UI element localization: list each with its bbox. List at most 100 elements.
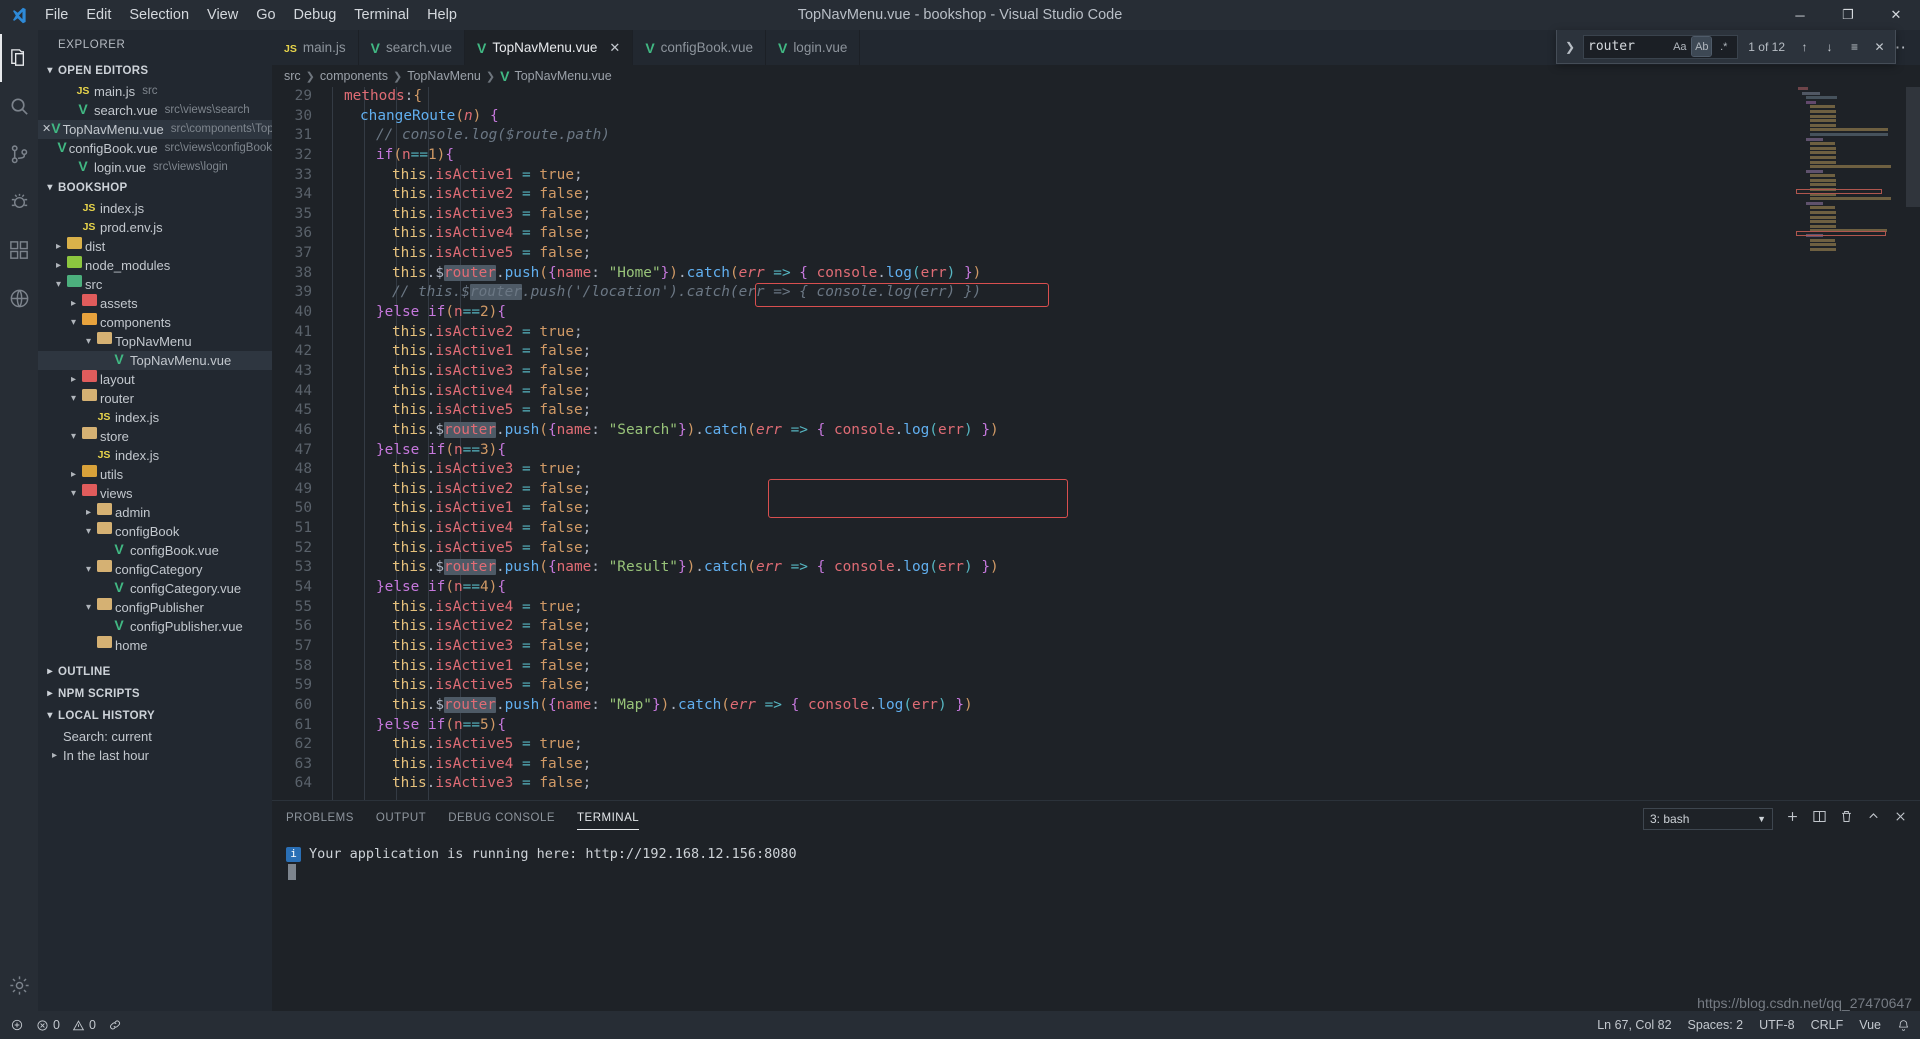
find-next-icon[interactable]: ↓ (1820, 37, 1839, 56)
close-panel-icon[interactable] (1893, 809, 1908, 829)
notifications-bell-icon[interactable] (1897, 1019, 1910, 1032)
editor-tab[interactable]: VconfigBook.vue (633, 30, 766, 65)
code-line[interactable]: this.isActive3 = true; (328, 460, 1920, 480)
code-line[interactable]: this.isActive3 = false; (328, 205, 1920, 225)
chevron-down-icon[interactable]: ▾ (82, 560, 95, 579)
settings-gear-icon[interactable] (0, 961, 38, 1009)
chevron-right-icon[interactable]: ▸ (67, 294, 80, 313)
indentation[interactable]: Spaces: 2 (1688, 1018, 1744, 1032)
close-window-button[interactable]: ✕ (1872, 0, 1920, 30)
code-line[interactable]: this.isActive1 = false; (328, 657, 1920, 677)
tab-output[interactable]: OUTPUT (376, 801, 426, 836)
chevron-down-icon[interactable]: ▾ (67, 313, 80, 332)
code-line[interactable]: }else if(n==5){ (328, 716, 1920, 736)
code-line[interactable]: this.isActive3 = false; (328, 637, 1920, 657)
menu-file[interactable]: File (36, 0, 77, 30)
code-line[interactable]: this.isActive1 = false; (328, 342, 1920, 362)
menu-view[interactable]: View (198, 0, 247, 30)
match-case-option[interactable]: Aa (1670, 37, 1689, 56)
kill-terminal-icon[interactable] (1839, 809, 1854, 829)
code-line[interactable]: this.isActive2 = false; (328, 185, 1920, 205)
section-outline[interactable]: ▸ OUTLINE (38, 661, 272, 683)
tab-problems[interactable]: PROBLEMS (286, 801, 354, 836)
tree-folder-item[interactable]: ▾ configBook (38, 522, 272, 541)
code-line[interactable]: this.$router.push({name: "Result"}).catc… (328, 558, 1920, 578)
tree-folder-item[interactable]: ▸ assets (38, 294, 272, 313)
chevron-down-icon[interactable]: ▾ (67, 389, 80, 408)
code-line[interactable]: this.$router.push({name: "Map"}).catch(e… (328, 696, 1920, 716)
editor-scrollbar[interactable] (1906, 87, 1920, 800)
code-editor[interactable]: 29 30 31 32 33 34 35 36 37 38 39 40 41 42 43 44 45 46 47 48… (272, 87, 1920, 800)
section-bookshop[interactable]: ▾ BOOKSHOP (38, 177, 272, 199)
encoding[interactable]: UTF-8 (1759, 1018, 1794, 1032)
end-of-line[interactable]: CRLF (1811, 1018, 1844, 1032)
code-line[interactable]: this.isActive5 = false; (328, 539, 1920, 559)
find-input[interactable]: router Aa Ab .* (1583, 34, 1739, 59)
open-editor-item[interactable]: Vsearch.vue src\views\search (38, 101, 272, 120)
language-mode[interactable]: Vue (1859, 1018, 1881, 1032)
tree-folder-item[interactable]: ▸ dist (38, 237, 272, 256)
scrollbar-thumb[interactable] (1906, 87, 1920, 207)
breadcrumb-src[interactable]: src (284, 69, 301, 83)
code-line[interactable]: this.isActive1 = true; (328, 166, 1920, 186)
chevron-right-icon[interactable]: ▸ (67, 465, 80, 484)
tree-file-item[interactable]: JS index.js (38, 199, 272, 218)
chevron-down-icon[interactable]: ▾ (82, 332, 95, 351)
remote-explorer-icon[interactable] (0, 274, 38, 322)
menu-edit[interactable]: Edit (77, 0, 120, 30)
remote-status-icon[interactable] (10, 1018, 24, 1032)
maximize-panel-icon[interactable] (1866, 809, 1881, 829)
code-line[interactable]: this.isActive4 = false; (328, 519, 1920, 539)
code-line[interactable]: this.isActive5 = false; (328, 676, 1920, 696)
tab-debug-console[interactable]: DEBUG CONSOLE (448, 801, 555, 836)
tree-folder-item[interactable]: ▾ configPublisher (38, 598, 272, 617)
code-line[interactable]: this.isActive4 = true; (328, 598, 1920, 618)
open-editor-item[interactable]: ✕ V TopNavMenu.vue src\components\Top... (38, 120, 272, 139)
section-open-editors[interactable]: ▾ OPEN EDITORS (38, 60, 272, 82)
code-line[interactable]: changeRoute(n) { (328, 107, 1920, 127)
editor-tab[interactable]: Vsearch.vue (358, 30, 465, 65)
terminal-body[interactable]: i Your application is running here: http… (272, 836, 1920, 880)
breadcrumb-topnavmenu[interactable]: TopNavMenu (407, 69, 481, 83)
error-count[interactable]: 0 (36, 1018, 60, 1032)
tree-folder-item[interactable]: ▾ src (38, 275, 272, 294)
tree-folder-item[interactable]: ▸ layout (38, 370, 272, 389)
tree-file-item[interactable]: JS prod.env.js (38, 218, 272, 237)
menu-go[interactable]: Go (247, 0, 284, 30)
chevron-right-icon[interactable]: ▸ (67, 370, 80, 389)
tree-file-item[interactable]: JS index.js (38, 408, 272, 427)
chevron-right-icon[interactable]: ▸ (82, 503, 95, 522)
menu-help[interactable]: Help (418, 0, 466, 30)
code-line[interactable]: // this.$router.push('/location').catch(… (328, 283, 1920, 303)
minimap[interactable] (1794, 87, 1906, 800)
tree-file-item[interactable]: VconfigCategory.vue (38, 579, 272, 598)
chevron-down-icon[interactable]: ▾ (82, 522, 95, 541)
local-history-item[interactable]: ▸ In the last hour (38, 746, 272, 765)
maximize-button[interactable]: ❐ (1824, 0, 1872, 30)
code-line[interactable]: this.isActive1 = false; (328, 499, 1920, 519)
code-line[interactable]: }else if(n==3){ (328, 441, 1920, 461)
editor-tab[interactable]: JS main.js (272, 30, 359, 65)
editor-tab[interactable]: Vlogin.vue (765, 30, 861, 65)
tree-folder-item[interactable]: ▾ TopNavMenu (38, 332, 272, 351)
source-control-icon[interactable] (0, 130, 38, 178)
chevron-right-icon[interactable]: ▸ (48, 746, 61, 765)
tree-file-item[interactable]: VconfigPublisher.vue (38, 617, 272, 636)
section-local-history[interactable]: ▾ LOCAL HISTORY (38, 705, 272, 727)
open-editor-item[interactable]: VconfigBook.vue src\views\configBook (38, 139, 272, 158)
code-line[interactable]: }else if(n==4){ (328, 578, 1920, 598)
section-npm-scripts[interactable]: ▸ NPM SCRIPTS (38, 683, 272, 705)
warning-count[interactable]: 0 (72, 1018, 96, 1032)
chevron-down-icon[interactable]: ▾ (67, 427, 80, 446)
menu-bar[interactable]: File Edit Selection View Go Debug Termin… (36, 0, 466, 30)
code-line[interactable]: this.isActive3 = false; (328, 774, 1920, 794)
code-line[interactable]: this.isActive4 = false; (328, 382, 1920, 402)
live-share-icon[interactable] (108, 1018, 122, 1032)
terminal-select[interactable]: 3: bash ▼ (1643, 807, 1773, 830)
breadcrumb-file[interactable]: TopNavMenu.vue (514, 69, 611, 83)
tree-folder-item[interactable]: ▸ utils (38, 465, 272, 484)
tree-file-item[interactable]: JS index.js (38, 446, 272, 465)
window-controls[interactable]: ─ ❐ ✕ (1776, 0, 1920, 30)
code-line[interactable]: methods:{ (328, 87, 1920, 107)
chevron-right-icon[interactable]: ▸ (52, 256, 65, 275)
